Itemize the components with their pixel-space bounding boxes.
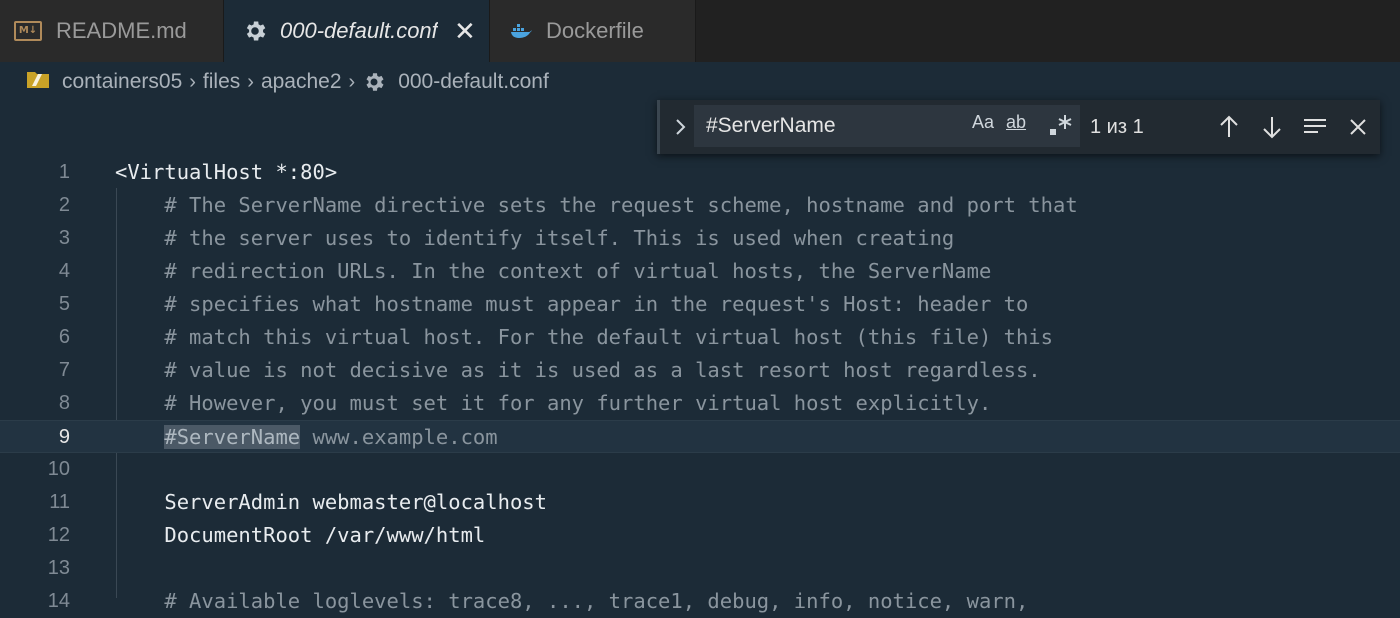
find-widget: Aa ab 1 из 1: [657, 100, 1380, 154]
line-number: 4: [58, 260, 70, 282]
code-line[interactable]: 9 #ServerName www.example.com: [0, 420, 1400, 453]
folder-icon: [26, 68, 50, 96]
line-number: 7: [58, 359, 70, 381]
breadcrumb-item[interactable]: 000-default.conf: [398, 70, 549, 94]
line-number: 6: [58, 326, 70, 348]
breadcrumb: containers05 › files › apache2 › 000-def…: [26, 66, 549, 98]
line-number: 12: [47, 524, 70, 546]
code-line[interactable]: 1 <VirtualHost *:80>: [0, 156, 1400, 189]
line-number: 8: [58, 392, 70, 414]
gear-icon: [362, 70, 386, 94]
line-number: 1: [58, 161, 70, 183]
code-line[interactable]: 5 # specifies what hostname must appear …: [0, 288, 1400, 321]
markdown-icon: M↓: [14, 21, 42, 41]
breadcrumb-item[interactable]: files: [203, 70, 240, 94]
code-line[interactable]: 4 # redirection URLs. In the context of …: [0, 255, 1400, 288]
chevron-right-icon: ›: [348, 70, 356, 93]
code-line[interactable]: 13: [0, 552, 1400, 585]
line-number: 13: [47, 557, 70, 579]
chevron-right-icon: ›: [247, 70, 254, 93]
code-text: # Available loglevels: trace8, ..., trac…: [115, 589, 1029, 613]
breadcrumb-item[interactable]: apache2: [261, 70, 342, 94]
tab-label: Dockerfile: [546, 18, 644, 43]
line-number: 11: [49, 491, 70, 513]
code-line[interactable]: 3 # the server uses to identify itself. …: [0, 222, 1400, 255]
code-text: # redirection URLs. In the context of vi…: [115, 259, 992, 283]
code-comment: www.example.com: [300, 425, 498, 449]
search-match-highlight: #ServerName: [164, 425, 301, 449]
close-icon[interactable]: ✕: [454, 18, 476, 44]
code-line[interactable]: 6 # match this virtual host. For the def…: [0, 321, 1400, 354]
code-text: # value is not decisive as it is used as…: [115, 358, 1041, 382]
code-text: ServerAdmin webmaster@localhost: [115, 490, 547, 514]
code-line[interactable]: 11 ServerAdmin webmaster@localhost: [0, 486, 1400, 519]
gear-icon: [242, 18, 268, 44]
next-match-icon[interactable]: [1257, 112, 1287, 142]
code-text: #ServerName www.example.com: [115, 421, 498, 454]
tab-dockerfile[interactable]: Dockerfile: [490, 0, 696, 62]
code-text: # the server uses to identify itself. Th…: [115, 226, 955, 250]
code-line[interactable]: 14 # Available loglevels: trace8, ..., t…: [0, 585, 1400, 618]
line-number: 2: [58, 194, 70, 216]
code-line[interactable]: 7 # value is not decisive as it is used …: [0, 354, 1400, 387]
code-text: <VirtualHost *:80>: [115, 160, 338, 184]
close-icon[interactable]: [1343, 112, 1373, 142]
chevron-right-icon: ›: [189, 70, 196, 93]
line-number: 9: [58, 426, 70, 448]
whole-word-button[interactable]: ab: [1006, 112, 1026, 140]
line-number: 10: [47, 458, 70, 480]
tab-label: 000-default.conf: [280, 18, 438, 43]
match-count: 1 из 1: [1090, 116, 1144, 138]
previous-match-icon[interactable]: [1214, 112, 1244, 142]
code-line[interactable]: 2 # The ServerName directive sets the re…: [0, 189, 1400, 222]
code-line[interactable]: 8 # However, you must set it for any fur…: [0, 387, 1400, 420]
toggle-replace-chevron-icon[interactable]: [670, 114, 692, 140]
match-case-button[interactable]: Aa: [972, 112, 994, 140]
code-text: # specifies what hostname must appear in…: [115, 292, 1029, 316]
line-number: 5: [58, 293, 70, 315]
regex-icon[interactable]: [1048, 112, 1074, 140]
code-text: # However, you must set it for any furth…: [115, 391, 992, 415]
code-editor[interactable]: 1 <VirtualHost *:80> 2 # The ServerName di…: [0, 156, 1400, 613]
line-number: 3: [58, 227, 70, 249]
tab-readme[interactable]: M↓ README.md: [0, 0, 224, 62]
tab-000-default-conf[interactable]: 000-default.conf ✕: [224, 0, 490, 62]
docker-icon: [510, 23, 532, 39]
code-text: # match this virtual host. For the defau…: [115, 325, 1053, 349]
find-in-selection-icon[interactable]: [1300, 112, 1330, 142]
code-line[interactable]: 12 DocumentRoot /var/www/html: [0, 519, 1400, 552]
breadcrumb-item[interactable]: containers05: [62, 70, 182, 94]
whole-word-label: ab: [1006, 112, 1027, 132]
tab-bar: M↓ README.md 000-default.conf ✕ Dockerfi…: [0, 0, 1400, 62]
line-number: 14: [47, 590, 70, 612]
code-text: DocumentRoot /var/www/html: [115, 523, 486, 547]
tab-label: README.md: [56, 18, 187, 43]
code-line[interactable]: 10: [0, 453, 1400, 486]
code-text: # The ServerName directive sets the requ…: [115, 193, 1078, 217]
